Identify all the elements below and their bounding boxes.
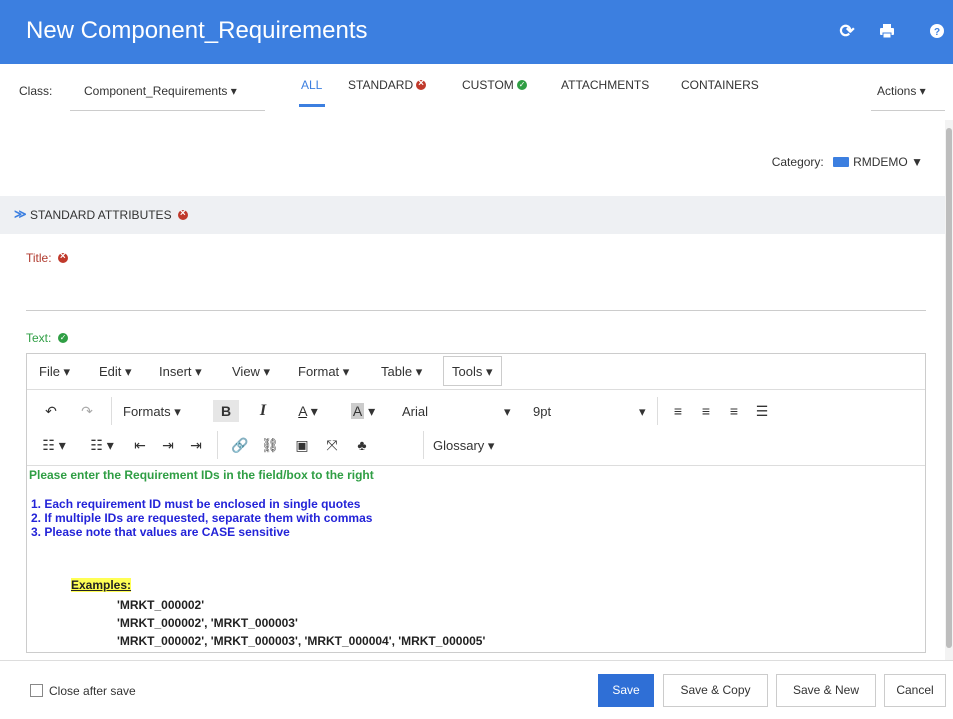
bullet-list-icon[interactable]: ☷ ▾: [39, 434, 69, 456]
check-icon: [57, 333, 68, 343]
toolbar-separator: [423, 431, 424, 459]
list-item: 3. Please note that values are CASE sens…: [31, 525, 290, 539]
category-label: Category:: [771, 155, 824, 169]
menu-edit[interactable]: Edit ▾: [99, 364, 132, 380]
example-line: 'MRKT_000002', 'MRKT_000003', 'MRKT_0000…: [117, 634, 486, 648]
cancel-button[interactable]: Cancel: [884, 674, 946, 707]
caret-down-icon: ▾: [504, 404, 511, 419]
glossary-dropdown[interactable]: Glossary ▾: [433, 438, 494, 454]
hierarchy-icon[interactable]: ♣: [353, 434, 371, 456]
error-icon: [57, 251, 68, 263]
fullscreen-icon[interactable]: ⤧: [323, 434, 341, 456]
menu-format[interactable]: Format ▾: [298, 364, 349, 380]
font-size-value: 9pt: [533, 404, 552, 419]
undo-icon[interactable]: ↶: [41, 400, 61, 422]
formats-dropdown[interactable]: Formats ▾: [123, 404, 181, 420]
caret-down-icon[interactable]: ▼: [911, 155, 923, 169]
section-header[interactable]: ≫ STANDARD ATTRIBUTES: [0, 196, 945, 234]
tab-containers[interactable]: CONTAINERS: [681, 78, 759, 92]
align-justify-icon[interactable]: ☰: [753, 400, 771, 422]
menu-insert[interactable]: Insert ▾: [159, 364, 202, 380]
save-copy-button[interactable]: Save & Copy: [663, 674, 768, 707]
editor-toolbar: ↶ ↷ Formats ▾ B I A ▾ A ▾ Arial ▾ 9pt ▾ ≡ …: [27, 390, 925, 466]
class-label: Class:: [19, 84, 53, 98]
example-line: 'MRKT_000002': [117, 598, 205, 612]
font-family-value: Arial: [402, 404, 429, 419]
menu-table[interactable]: Table ▾: [381, 364, 422, 380]
redo-icon[interactable]: ↷: [77, 400, 97, 422]
bold-button[interactable]: B: [213, 400, 239, 422]
save-new-button[interactable]: Save & New: [776, 674, 876, 707]
section-title-text: STANDARD ATTRIBUTES: [30, 208, 172, 222]
menu-view[interactable]: View ▾: [232, 364, 270, 380]
tab-custom[interactable]: CUSTOM: [462, 78, 527, 92]
help-icon[interactable]: ?: [926, 20, 948, 42]
tab-containers-label: CONTAINERS: [681, 78, 759, 92]
title-input[interactable]: [26, 310, 926, 311]
menu-file[interactable]: File ▾: [39, 364, 70, 380]
editor-menubar: File ▾ Edit ▾ Insert ▾ View ▾ Format ▾ T…: [27, 354, 925, 390]
examples-heading: Examples:: [71, 578, 132, 592]
save-button[interactable]: Save: [598, 674, 654, 707]
tab-standard-label: STANDARD: [348, 78, 414, 92]
rich-text-editor[interactable]: File ▾ Edit ▾ Insert ▾ View ▾ Format ▾ T…: [26, 353, 926, 653]
editor-body[interactable]: Please enter the Requirement IDs in the …: [27, 466, 925, 652]
link-icon[interactable]: 🔗: [231, 434, 249, 456]
toolbar-separator: [111, 397, 112, 425]
text-label: Text:: [26, 331, 68, 345]
font-family-select[interactable]: Arial ▾: [402, 404, 522, 419]
text-color-button[interactable]: A ▾: [291, 400, 325, 422]
caret-down-icon: ▾: [639, 404, 646, 419]
check-icon: [516, 80, 527, 90]
tab-custom-label: CUSTOM: [462, 78, 514, 92]
page-title: New Component_Requirements: [26, 17, 368, 44]
background-color-button[interactable]: A ▾: [343, 400, 383, 422]
menu-tools[interactable]: Tools ▾: [443, 356, 502, 386]
tab-all-label: ALL: [301, 78, 323, 92]
toolbar-separator: [657, 397, 658, 425]
title-label: Title:: [26, 251, 68, 265]
text-label-text: Text:: [26, 331, 52, 345]
tab-attachments[interactable]: ATTACHMENTS: [561, 78, 649, 92]
app-header: New Component_Requirements ⟳ ?: [0, 0, 953, 64]
chevron-double-down-icon[interactable]: ≫: [14, 207, 27, 221]
folder-icon: [833, 157, 850, 167]
intro-text: Please enter the Requirement IDs in the …: [29, 468, 374, 482]
category-row: Category: RMDEMO ▼: [772, 155, 923, 169]
example-line: 'MRKT_000002', 'MRKT_000003': [117, 616, 298, 630]
toolbar-separator: [217, 431, 218, 459]
align-left-icon[interactable]: ≡: [669, 400, 687, 422]
error-icon: [416, 78, 427, 90]
active-tab-indicator: [299, 104, 325, 107]
close-after-save-label: Close after save: [49, 684, 136, 698]
numbered-list-icon[interactable]: ☷ ▾: [85, 434, 119, 456]
list-item: 2. If multiple IDs are requested, separa…: [31, 511, 373, 525]
class-select[interactable]: Component_Requirements ▾: [70, 74, 265, 111]
tab-standard[interactable]: STANDARD: [348, 78, 427, 92]
indent-icon[interactable]: ⇥: [159, 434, 177, 456]
align-center-icon[interactable]: ≡: [697, 400, 715, 422]
instruction-list: 1. Each requirement ID must be enclosed …: [31, 497, 372, 539]
tab-attachments-label: ATTACHMENTS: [561, 78, 650, 92]
list-item: 1. Each requirement ID must be enclosed …: [31, 497, 361, 511]
refresh-icon[interactable]: ⟳: [836, 20, 858, 42]
outdent-icon[interactable]: ⇤: [131, 434, 149, 456]
actions-menu[interactable]: Actions ▾: [871, 74, 945, 111]
print-icon[interactable]: [876, 20, 898, 42]
italic-button[interactable]: I: [253, 400, 273, 422]
svg-text:?: ?: [934, 27, 940, 38]
font-size-select[interactable]: 9pt ▾: [533, 404, 646, 419]
align-right-icon[interactable]: ≡: [725, 400, 743, 422]
error-icon: [177, 208, 188, 220]
tab-all[interactable]: ALL: [301, 78, 322, 92]
title-label-text: Title:: [26, 251, 52, 265]
unlink-icon[interactable]: ⛓: [261, 434, 279, 456]
image-icon[interactable]: ▣: [293, 434, 311, 456]
close-after-save-checkbox[interactable]: [30, 684, 43, 697]
scrollbar-thumb[interactable]: [946, 128, 952, 648]
section-title: STANDARD ATTRIBUTES: [30, 208, 188, 222]
category-value[interactable]: RMDEMO: [853, 155, 908, 169]
indent-more-icon[interactable]: ⇥: [187, 434, 205, 456]
